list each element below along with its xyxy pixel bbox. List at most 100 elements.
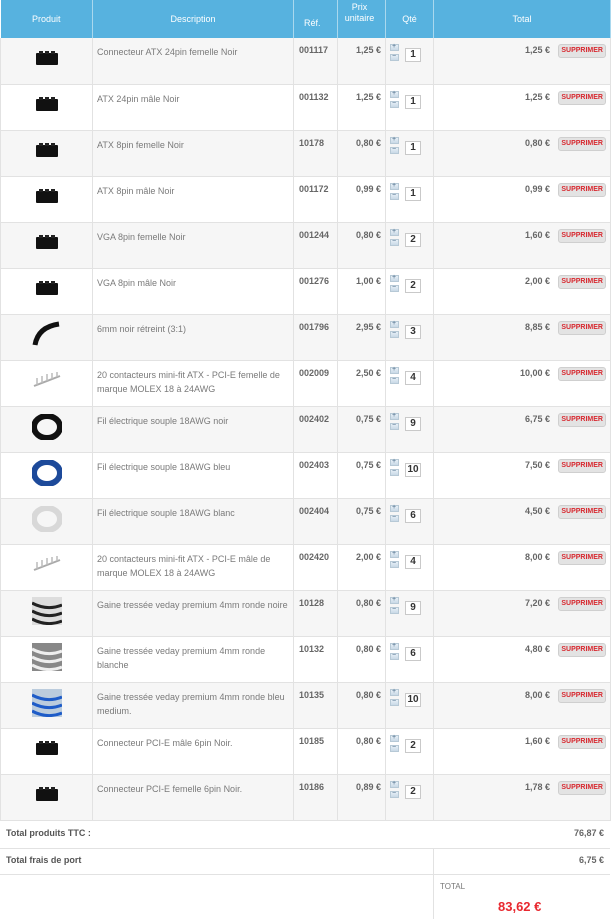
delete-button[interactable]: SUPPRIMER: [558, 274, 606, 289]
product-thumbnail[interactable]: [30, 597, 63, 627]
qty-increase-button[interactable]: +: [390, 734, 399, 742]
product-thumbnail[interactable]: [31, 321, 63, 351]
qty-decrease-button[interactable]: −: [390, 698, 399, 706]
qty-input[interactable]: 3: [405, 324, 421, 339]
qty-input[interactable]: 6: [405, 508, 421, 523]
qty-increase-button[interactable]: +: [390, 182, 399, 190]
product-thumbnail[interactable]: [31, 45, 63, 75]
qty-increase-button[interactable]: +: [390, 43, 399, 51]
qty-decrease-button[interactable]: −: [390, 606, 399, 614]
product-thumbnail[interactable]: [31, 367, 63, 397]
product-description[interactable]: Fil électrique souple 18AWG noir: [92, 406, 294, 453]
qty-input[interactable]: 2: [405, 278, 421, 293]
qty-decrease-button[interactable]: −: [390, 468, 399, 476]
product-description[interactable]: Connecteur PCI-E femelle 6pin Noir.: [92, 774, 294, 821]
delete-button[interactable]: SUPPRIMER: [558, 44, 606, 58]
delete-button[interactable]: SUPPRIMER: [558, 412, 606, 427]
qty-input[interactable]: 6: [405, 646, 421, 661]
qty-increase-button[interactable]: +: [390, 228, 399, 236]
qty-decrease-button[interactable]: −: [390, 330, 399, 338]
delete-button[interactable]: SUPPRIMER: [558, 228, 606, 243]
qty-input[interactable]: 1: [405, 94, 421, 109]
product-description[interactable]: Connecteur ATX 24pin femelle Noir: [92, 38, 294, 85]
product-thumbnail[interactable]: [31, 137, 63, 167]
product-thumbnail[interactable]: [31, 551, 63, 581]
qty-increase-button[interactable]: +: [390, 550, 399, 558]
qty-decrease-button[interactable]: −: [390, 422, 399, 430]
product-thumbnail[interactable]: [30, 505, 63, 535]
product-thumbnail[interactable]: [30, 459, 63, 489]
qty-decrease-button[interactable]: −: [390, 652, 399, 660]
product-thumbnail[interactable]: [31, 735, 63, 765]
delete-button[interactable]: SUPPRIMER: [558, 90, 606, 105]
qty-increase-button[interactable]: +: [390, 90, 399, 98]
qty-decrease-button[interactable]: −: [390, 238, 399, 246]
qty-decrease-button[interactable]: −: [390, 100, 399, 108]
qty-increase-button[interactable]: +: [390, 458, 399, 466]
qty-decrease-button[interactable]: −: [390, 744, 399, 752]
qty-decrease-button[interactable]: −: [390, 376, 399, 384]
product-description[interactable]: VGA 8pin mâle Noir: [92, 268, 294, 315]
product-thumbnail[interactable]: [31, 229, 63, 259]
product-thumbnail[interactable]: [31, 275, 63, 305]
product-thumbnail[interactable]: [30, 643, 63, 673]
qty-increase-button[interactable]: +: [390, 366, 399, 374]
qty-increase-button[interactable]: +: [390, 136, 399, 144]
product-description[interactable]: 6mm noir rétreint (3:1): [92, 314, 294, 361]
qty-decrease-button[interactable]: −: [390, 146, 399, 154]
qty-increase-button[interactable]: +: [390, 780, 399, 788]
qty-increase-button[interactable]: +: [390, 274, 399, 282]
delete-button[interactable]: SUPPRIMER: [558, 136, 606, 151]
qty-input[interactable]: 1: [405, 140, 421, 155]
qty-input[interactable]: 10: [405, 692, 421, 707]
delete-button[interactable]: SUPPRIMER: [558, 780, 606, 795]
delete-button[interactable]: SUPPRIMER: [558, 688, 606, 703]
qty-increase-button[interactable]: +: [390, 504, 399, 512]
qty-decrease-button[interactable]: −: [390, 284, 399, 292]
product-description[interactable]: ATX 8pin femelle Noir: [92, 130, 294, 177]
qty-increase-button[interactable]: +: [390, 412, 399, 420]
product-description[interactable]: ATX 24pin mâle Noir: [92, 84, 294, 131]
qty-input[interactable]: 1: [405, 186, 421, 201]
product-description[interactable]: 20 contacteurs mini-fit ATX - PCI-E mâle…: [92, 544, 294, 591]
qty-input[interactable]: 9: [405, 600, 421, 615]
product-description[interactable]: Fil électrique souple 18AWG blanc: [92, 498, 294, 545]
product-thumbnail[interactable]: [31, 781, 63, 811]
delete-button[interactable]: SUPPRIMER: [558, 596, 606, 611]
delete-button[interactable]: SUPPRIMER: [558, 504, 606, 519]
product-description[interactable]: Gaine tressée veday premium 4mm ronde bl…: [92, 682, 294, 729]
qty-input[interactable]: 2: [405, 738, 421, 753]
qty-increase-button[interactable]: +: [390, 642, 399, 650]
delete-button[interactable]: SUPPRIMER: [558, 642, 606, 657]
delete-button[interactable]: SUPPRIMER: [558, 320, 606, 335]
delete-button[interactable]: SUPPRIMER: [558, 366, 606, 381]
qty-decrease-button[interactable]: −: [390, 560, 399, 568]
qty-increase-button[interactable]: +: [390, 320, 399, 328]
qty-input[interactable]: 10: [405, 462, 421, 477]
qty-decrease-button[interactable]: −: [390, 53, 399, 61]
qty-decrease-button[interactable]: −: [390, 192, 399, 200]
delete-button[interactable]: SUPPRIMER: [558, 182, 606, 197]
qty-input[interactable]: 4: [405, 370, 421, 385]
product-description[interactable]: 20 contacteurs mini-fit ATX - PCI-E feme…: [92, 360, 294, 407]
product-thumbnail[interactable]: [31, 91, 63, 121]
qty-increase-button[interactable]: +: [390, 596, 399, 604]
product-thumbnail[interactable]: [30, 689, 63, 719]
qty-increase-button[interactable]: +: [390, 688, 399, 696]
qty-input[interactable]: 9: [405, 416, 421, 431]
qty-input[interactable]: 4: [405, 554, 421, 569]
delete-button[interactable]: SUPPRIMER: [558, 550, 606, 565]
product-description[interactable]: Gaine tressée veday premium 4mm ronde bl…: [92, 636, 294, 683]
product-description[interactable]: ATX 8pin mâle Noir: [92, 176, 294, 223]
delete-button[interactable]: SUPPRIMER: [558, 458, 606, 473]
qty-input[interactable]: 2: [405, 784, 421, 799]
product-description[interactable]: Connecteur PCI-E mâle 6pin Noir.: [92, 728, 294, 775]
qty-decrease-button[interactable]: −: [390, 790, 399, 798]
qty-input[interactable]: 2: [405, 232, 421, 247]
product-description[interactable]: Gaine tressée veday premium 4mm ronde no…: [92, 590, 294, 637]
product-thumbnail[interactable]: [31, 183, 63, 213]
qty-decrease-button[interactable]: −: [390, 514, 399, 522]
product-thumbnail[interactable]: [30, 413, 63, 443]
qty-input[interactable]: 1: [405, 48, 421, 62]
product-description[interactable]: Fil électrique souple 18AWG bleu: [92, 452, 294, 499]
